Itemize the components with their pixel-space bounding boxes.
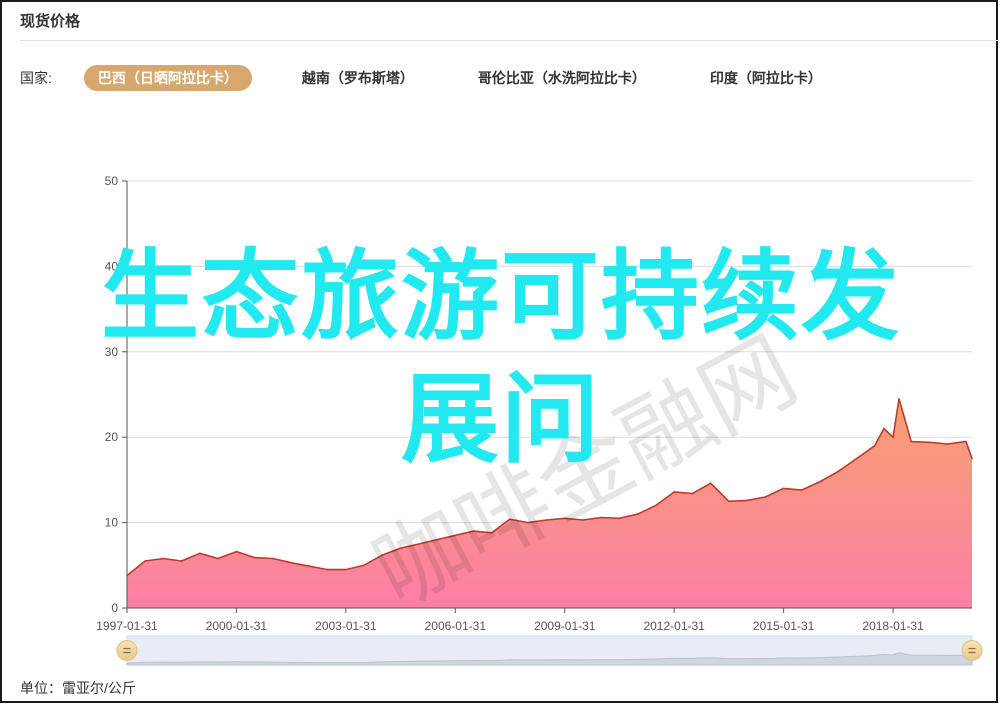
- data-point: [235, 550, 238, 553]
- data-point: [345, 568, 347, 571]
- data-point: [253, 556, 256, 559]
- data-point: [898, 398, 900, 400]
- zoom-handle-right[interactable]: [961, 640, 983, 661]
- x-tick-label: 2009-01-31: [534, 619, 596, 633]
- zoom-handle-left-knob: [116, 640, 138, 661]
- data-point: [873, 444, 876, 447]
- data-point: [199, 552, 201, 555]
- data-point: [800, 489, 803, 491]
- data-point: [618, 517, 621, 520]
- data-point: [782, 487, 785, 490]
- x-tick-label: 2012-01-31: [643, 619, 705, 633]
- data-point: [855, 457, 858, 460]
- x-tick-label: 2015-01-31: [753, 619, 815, 633]
- data-point: [673, 491, 675, 493]
- data-point: [636, 513, 639, 515]
- y-tick-label: 20: [105, 430, 119, 444]
- unit-label: 单位：雷亚尔/公斤: [20, 680, 136, 696]
- data-point: [144, 560, 146, 562]
- data-point: [971, 457, 973, 460]
- data-point: [910, 440, 912, 443]
- data-point: [746, 499, 748, 502]
- y-tick-label: 10: [105, 516, 119, 530]
- data-point: [819, 480, 821, 483]
- x-tick-label: 1997-01-31: [96, 619, 158, 633]
- data-point: [217, 557, 219, 560]
- y-tick-label: 40: [105, 259, 119, 273]
- data-point: [946, 443, 949, 445]
- y-tick-label: 30: [105, 345, 119, 359]
- zoom-handle-left[interactable]: [116, 640, 138, 661]
- x-tick-label: 2003-01-31: [315, 619, 377, 633]
- x-tick-label: 2018-01-31: [862, 619, 924, 633]
- zoom-handle-right-knob: [961, 640, 983, 661]
- data-point: [728, 500, 730, 503]
- data-point: [928, 441, 931, 444]
- data-point: [326, 568, 329, 571]
- y-tick-label: 0: [111, 601, 118, 615]
- data-point: [180, 560, 183, 562]
- data-point: [691, 492, 694, 495]
- data-point: [290, 561, 292, 564]
- price-chart: 0 10 20 30 40 50 1997-01-31 2000-01-31 2003-01-3…: [96, 174, 983, 666]
- data-point: [308, 565, 311, 567]
- data-point: [162, 557, 165, 560]
- data-point: [709, 482, 712, 485]
- data-point: [965, 440, 967, 443]
- y-tick-label: 50: [105, 174, 119, 188]
- data-point: [764, 496, 766, 498]
- data-point: [363, 564, 365, 567]
- data-point: [272, 557, 274, 560]
- data-point: [883, 427, 885, 430]
- data-point: [655, 504, 657, 507]
- data-point: [892, 436, 894, 439]
- x-tick-label: 2000-01-31: [206, 619, 268, 633]
- x-tick-label: 2006-01-31: [425, 619, 487, 633]
- data-point: [837, 470, 840, 473]
